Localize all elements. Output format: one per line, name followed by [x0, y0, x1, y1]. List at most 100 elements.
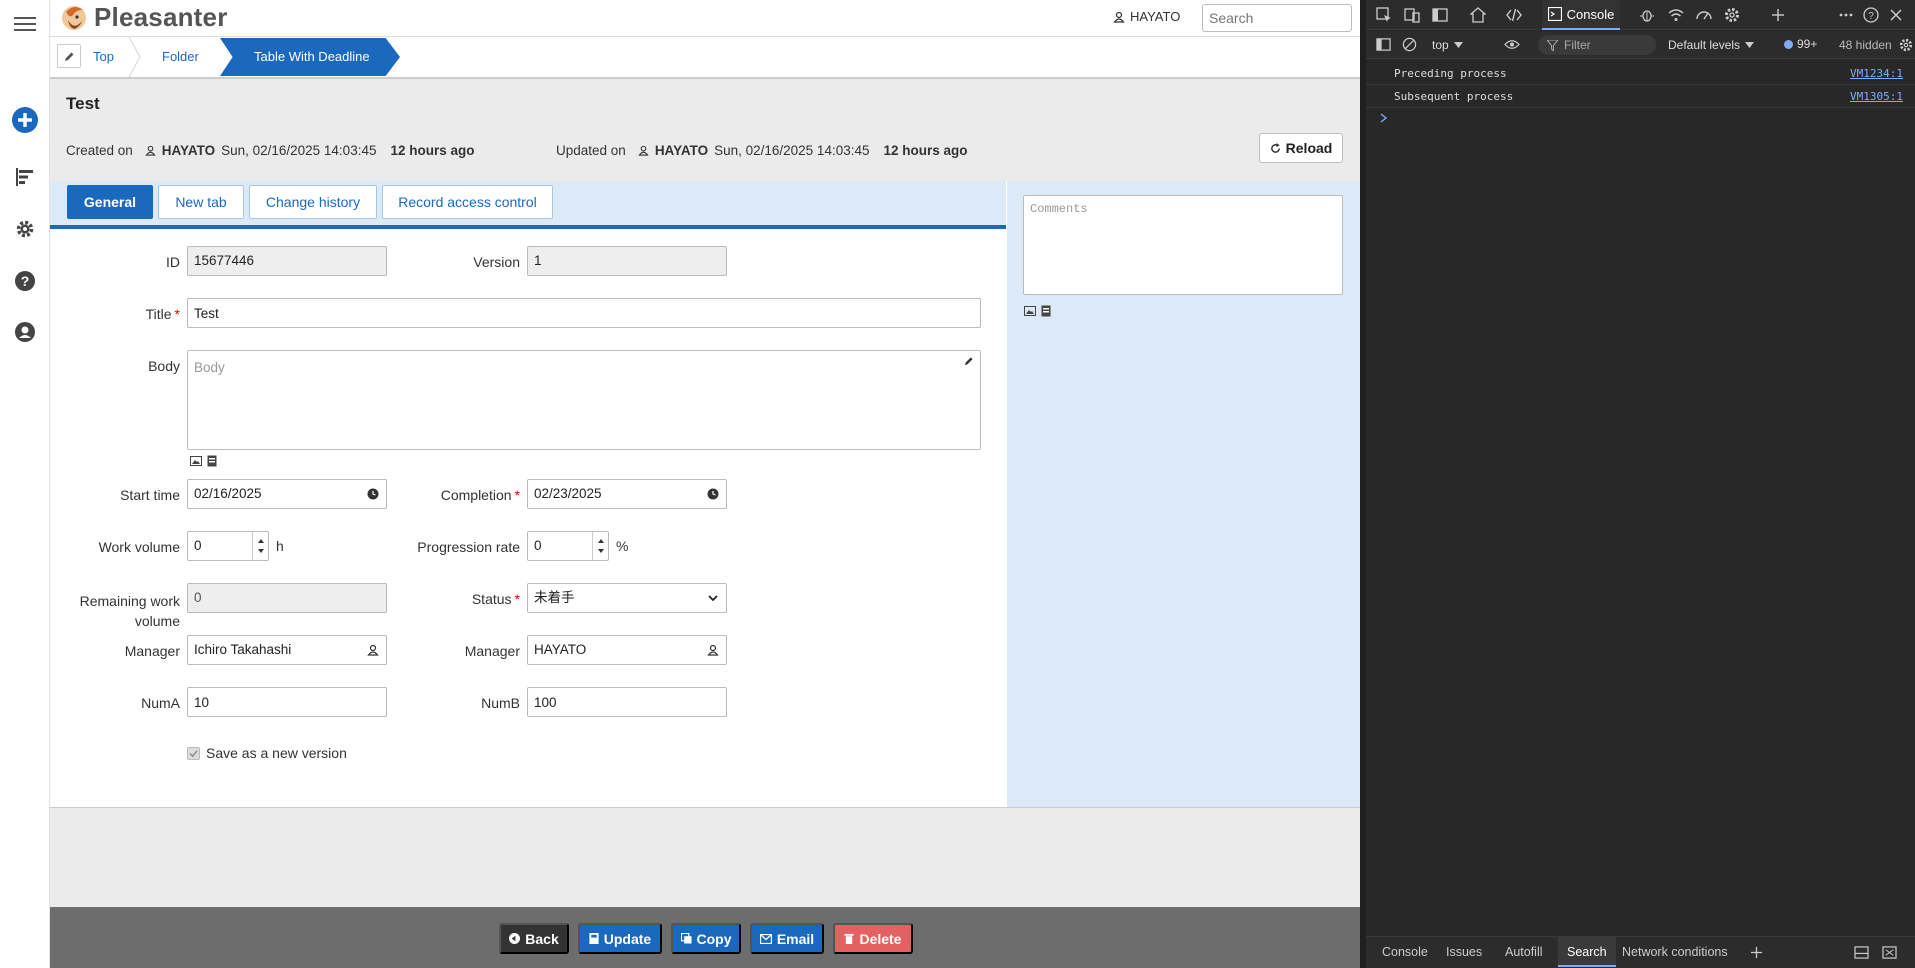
help-icon[interactable]: ? — [12, 268, 38, 294]
reload-button[interactable]: Reload — [1259, 133, 1343, 163]
file-attach-icon[interactable] — [206, 455, 218, 467]
back-button[interactable]: Back — [499, 923, 569, 954]
network-wifi-icon[interactable] — [1668, 7, 1684, 23]
work-volume-stepper[interactable] — [252, 532, 268, 560]
back-arrow-icon — [509, 933, 521, 944]
save-as-new-version[interactable]: Save as a new version — [187, 745, 347, 761]
console-log-source[interactable]: VM1234:1 — [1850, 67, 1903, 80]
status-select[interactable]: 未着手 — [527, 583, 727, 613]
delete-button[interactable]: Delete — [833, 923, 913, 954]
bug-icon[interactable] — [1639, 7, 1655, 23]
mail-icon — [759, 933, 772, 944]
context-selector[interactable]: top — [1432, 38, 1463, 52]
save-as-new-version-checkbox[interactable] — [187, 746, 200, 760]
comments-textarea[interactable]: Comments — [1023, 195, 1343, 295]
performance-icon[interactable] — [1696, 7, 1712, 23]
current-user[interactable]: HAYATO — [1113, 9, 1180, 24]
breadcrumb-top[interactable]: Top — [86, 37, 114, 77]
breadcrumb-folder[interactable]: Folder — [162, 37, 199, 77]
file-attach-icon[interactable] — [1040, 305, 1052, 317]
gear-icon[interactable] — [12, 216, 38, 242]
work-volume-input[interactable]: 0 — [187, 531, 269, 561]
progress-rate-input[interactable]: 0 — [527, 531, 609, 561]
tab-general[interactable]: General — [67, 185, 153, 219]
more-options-icon[interactable] — [1838, 7, 1854, 23]
hidden-count[interactable]: 48 hidden — [1839, 38, 1892, 52]
welcome-home-icon[interactable] — [1470, 7, 1486, 23]
start-time-input[interactable]: 02/16/2025 — [187, 479, 387, 509]
user-picker-icon[interactable] — [707, 644, 719, 656]
update-button[interactable]: Update — [578, 923, 662, 954]
elements-icon[interactable] — [1506, 7, 1522, 23]
devtools-console-tab[interactable]: Console — [1542, 0, 1620, 30]
issues-badge[interactable]: 99+ — [1784, 37, 1817, 51]
work-volume-label: Work volume — [98, 539, 180, 555]
body-textarea[interactable]: Body — [187, 350, 981, 450]
image-upload-icon[interactable] — [1024, 305, 1036, 317]
device-toolbar-icon[interactable] — [1404, 7, 1420, 23]
devtools-console-tab-label: Console — [1566, 6, 1615, 22]
tab-new-tab[interactable]: New tab — [158, 185, 244, 219]
close-icon[interactable] — [1888, 7, 1904, 23]
dock-side-icon[interactable] — [1432, 7, 1448, 23]
search-input[interactable] — [1202, 4, 1352, 32]
image-upload-icon[interactable] — [190, 455, 202, 467]
drawer-tab-autofill[interactable]: Autofill — [1505, 937, 1543, 967]
status-value: 未着手 — [534, 590, 575, 605]
clear-console-icon[interactable] — [1402, 37, 1417, 52]
console-settings-icon[interactable] — [1899, 38, 1913, 52]
breadcrumb-edit-icon[interactable] — [57, 44, 81, 68]
id-field: 15677446 — [187, 246, 387, 276]
copy-button[interactable]: Copy — [671, 923, 741, 954]
updated-by[interactable]: HAYATO — [655, 143, 708, 158]
user-picker-icon[interactable] — [367, 644, 379, 656]
clock-icon[interactable] — [707, 488, 719, 500]
drawer-tab-network-conditions[interactable]: Network conditions — [1622, 937, 1728, 967]
console-log-message: Subsequent process — [1394, 90, 1514, 103]
drawer-tab-search[interactable]: Search — [1558, 937, 1616, 967]
owner-input[interactable]: HAYATO — [527, 635, 727, 665]
id-label: ID — [166, 254, 180, 270]
clock-icon[interactable] — [367, 488, 379, 500]
breadcrumb-current[interactable]: Table With Deadline — [220, 38, 400, 76]
issues-badge-count: 99+ — [1797, 37, 1818, 51]
devtools-panel: Console ? top Filter Default levels 99+ — [1360, 0, 1915, 968]
sidebar-toggle-icon[interactable] — [1376, 37, 1391, 52]
drawer-tab-console[interactable]: Console — [1382, 937, 1428, 967]
close-drawer-icon[interactable] — [1882, 946, 1897, 959]
tab-record-access-control[interactable]: Record access control — [382, 185, 553, 219]
help-circle-icon[interactable]: ? — [1863, 7, 1879, 23]
completion-input[interactable]: 02/23/2025 — [527, 479, 727, 509]
drawer-tab-issues[interactable]: Issues — [1446, 937, 1482, 967]
manager-input[interactable]: Ichiro Takahashi — [187, 635, 387, 665]
progress-rate-stepper[interactable] — [592, 532, 608, 560]
left-rail: ? — [0, 0, 50, 968]
console-prompt-icon[interactable] — [1380, 113, 1388, 123]
add-tool-icon[interactable] — [1770, 7, 1786, 23]
add-new-icon[interactable] — [12, 107, 38, 133]
hamburger-menu-icon[interactable] — [12, 11, 38, 37]
numb-input[interactable] — [527, 687, 727, 717]
live-expression-eye-icon[interactable] — [1504, 38, 1520, 51]
title-input[interactable] — [187, 298, 981, 328]
updated-label: Updated on — [556, 143, 626, 158]
settings-gear-icon[interactable] — [1724, 7, 1740, 23]
gantt-icon[interactable] — [12, 164, 38, 190]
edit-pencil-icon[interactable] — [964, 356, 974, 366]
console-log-source[interactable]: VM1305:1 — [1850, 90, 1903, 103]
created-by[interactable]: HAYATO — [162, 143, 215, 158]
email-button[interactable]: Email — [750, 923, 824, 954]
reload-label: Reload — [1285, 140, 1333, 156]
numa-input[interactable] — [187, 687, 387, 717]
tab-change-history[interactable]: Change history — [249, 185, 377, 219]
inspect-element-icon[interactable] — [1376, 7, 1392, 23]
body-label: Body — [148, 358, 180, 374]
created-info: Created on HAYATO Sun, 02/16/2025 14:03:… — [66, 143, 475, 158]
add-drawer-tab-icon[interactable] — [1750, 946, 1763, 959]
body-placeholder: Body — [194, 360, 225, 375]
logo[interactable]: Pleasanter — [60, 2, 228, 33]
dock-drawer-icon[interactable] — [1854, 946, 1869, 959]
log-levels-dropdown[interactable]: Default levels — [1668, 38, 1755, 52]
user-account-icon[interactable] — [12, 319, 38, 345]
console-filter-input[interactable]: Filter — [1538, 35, 1656, 55]
